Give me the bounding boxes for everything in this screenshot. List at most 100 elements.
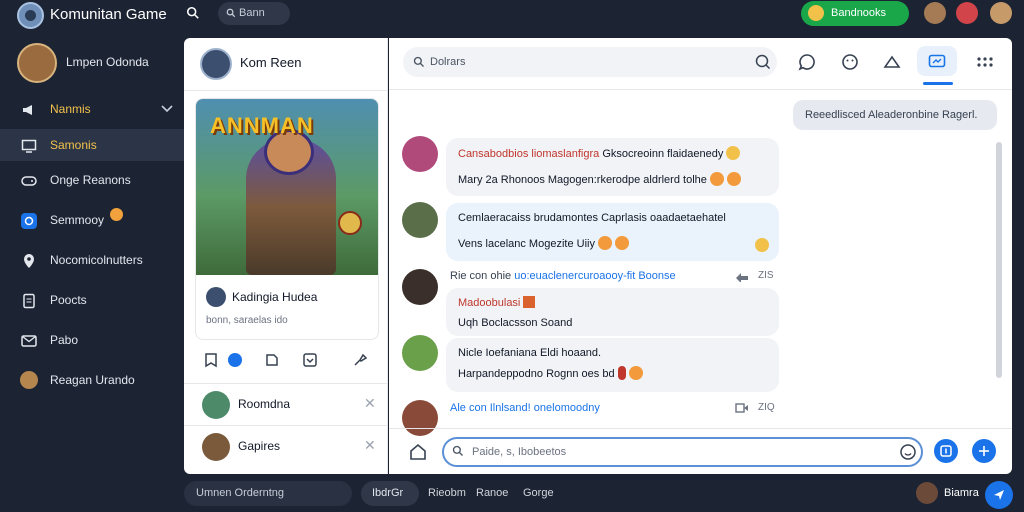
sidebar-item-label: Poocts (50, 293, 87, 307)
share-icon[interactable] (264, 352, 280, 368)
composer: Paide, s, Ibobeetos (389, 428, 1012, 474)
top-search-input[interactable]: Bann (218, 2, 290, 25)
game-cover-image: ANNMAN (196, 99, 378, 275)
upload-icon[interactable] (882, 52, 902, 72)
user-avatar[interactable] (916, 482, 938, 504)
bottom-search-input[interactable]: Umnen Orderntng (184, 481, 352, 506)
home-icon[interactable] (409, 443, 427, 461)
message-text: Cemlaeracaiss brudamontes Caprlasis oaad… (458, 212, 726, 224)
message-bubble: Cansabodbios liomaslanfigra Gksocreoinn … (446, 138, 779, 196)
monitor-icon (21, 139, 37, 153)
sidebar-item-nocomicolnutters[interactable]: Nocomicolnutters (0, 244, 184, 276)
system-message-link[interactable]: Ale con Ilnlsand! onelomoodny (450, 402, 600, 414)
header-avatar[interactable] (924, 2, 946, 24)
chat-search-placeholder: Dolrars (430, 56, 466, 68)
chat-bubble-icon[interactable] (797, 52, 817, 72)
sidebar-item-label: Samonis (50, 138, 97, 152)
chevron-down-icon[interactable] (161, 104, 173, 114)
send-button[interactable] (972, 439, 996, 463)
user-name: Biamra (944, 487, 979, 499)
system-message-link[interactable]: uo:euaclenercuroaooy-fit Boonse (514, 270, 675, 282)
sidebar-item-reagan-urando[interactable]: Reagan Urando (0, 364, 184, 396)
badge-icon (338, 211, 362, 235)
pin-icon[interactable] (352, 352, 368, 368)
promo-label: Bandnooks (831, 7, 887, 19)
bottom-chip[interactable]: IbdrGr (361, 481, 419, 506)
emoji-icon (614, 236, 629, 250)
friend-item[interactable]: Gapires ✕ (184, 425, 388, 467)
sidebar-item-pabo[interactable]: Pabo (0, 324, 184, 356)
sidebar-item-semmooy[interactable]: Semmooy (0, 204, 184, 236)
game-banner: ANNMAN (210, 113, 314, 138)
attach-button[interactable] (934, 439, 958, 463)
emoji-icon (755, 238, 769, 252)
message-input[interactable]: Paide, s, Ibobeetos (442, 437, 923, 467)
left-panel-header: Kom Reen (184, 38, 388, 91)
system-message-prefix: Rie con ohie (450, 270, 512, 282)
bottom-link[interactable]: Rieobm (428, 487, 466, 499)
emoji-icon[interactable] (840, 52, 860, 72)
card-actions (195, 346, 379, 376)
profile-avatar[interactable] (17, 43, 57, 83)
reply-icon[interactable] (735, 270, 749, 282)
sidebar-item-label: Nanmis (50, 102, 91, 116)
search-icon[interactable] (755, 54, 771, 70)
bottom-link[interactable]: Ranoe (476, 487, 508, 499)
bottom-link[interactable]: Gorge (523, 487, 554, 499)
message-text: Uqh Boclacsson Soand (458, 317, 573, 329)
send-icon (979, 446, 989, 456)
message-bubble-outgoing: Reeedlisced Aleaderonbine Ragerl. (793, 100, 997, 130)
close-icon[interactable]: ✕ (364, 395, 376, 412)
attach-icon (940, 445, 952, 457)
compose-button[interactable] (985, 481, 1013, 509)
message-sender: Cansabodbios liomaslanfigra (458, 148, 600, 160)
app-title: Komunitan Game (50, 6, 167, 23)
friend-item[interactable]: Roomdna ✕ (184, 383, 388, 425)
sidebar-item-onge-reanons[interactable]: Onge Reanons (0, 164, 184, 196)
video-icon[interactable] (735, 402, 749, 414)
left-panel: Kom Reen ANNMAN Kadingia Hudea bonn, sar… (184, 38, 388, 474)
avatar (402, 335, 438, 371)
emoji-icon (808, 5, 824, 21)
message-input-placeholder: Paide, s, Ibobeetos (472, 446, 567, 458)
monitor-icon[interactable] (927, 52, 947, 72)
sidebar-item-samonis[interactable]: Samonis (0, 129, 184, 161)
search-icon (452, 445, 463, 456)
promo-button[interactable]: Bandnooks (801, 1, 909, 26)
message-text: Gksocreoinn flaidaenedy (602, 148, 724, 160)
emoji-icon (709, 172, 724, 186)
search-icon (226, 8, 236, 18)
sidebar-item-poocts[interactable]: Poocts (0, 284, 184, 316)
close-icon[interactable]: ✕ (364, 437, 376, 454)
search-icon[interactable] (186, 6, 200, 20)
message-bubble: Madoobulasi Uqh Boclacsson Soand (446, 288, 779, 336)
avatar (202, 433, 230, 461)
game-card[interactable]: ANNMAN Kadingia Hudea bonn, saraelas ido (195, 98, 379, 340)
tab-indicator (923, 82, 953, 85)
friend-name: Roomdna (238, 397, 291, 411)
scrollbar[interactable] (996, 142, 1002, 378)
app-logo[interactable] (17, 2, 44, 29)
avatar (202, 391, 230, 419)
avatar-icon (20, 371, 38, 389)
emoji-icon[interactable] (899, 443, 917, 461)
avatar (402, 269, 438, 305)
sidebar-item-label: Nocomicolnutters (50, 253, 143, 267)
more-icon[interactable] (975, 52, 995, 72)
save-icon[interactable] (302, 352, 318, 368)
header-avatar[interactable] (990, 2, 1012, 24)
message-title: Madoobulasi (458, 297, 521, 309)
emoji-icon (597, 236, 612, 250)
like-icon[interactable] (228, 353, 242, 367)
message-text: Harpandeppodno Rognn oes bd (458, 368, 615, 380)
sidebar-item-nanmis[interactable]: Nanmis (0, 93, 184, 125)
chat-search-input[interactable]: Dolrars (403, 47, 777, 77)
header-avatar[interactable] (956, 2, 978, 24)
location-icon (24, 254, 34, 268)
group-avatar[interactable] (200, 48, 232, 80)
megaphone-icon (23, 105, 32, 115)
system-message: Rie con ohie uo:euaclenercuroaooy-fit Bo… (450, 270, 676, 282)
bookmark-icon[interactable] (203, 352, 219, 368)
message-meta: ZIS (758, 270, 774, 281)
group-name: Kom Reen (240, 55, 302, 70)
